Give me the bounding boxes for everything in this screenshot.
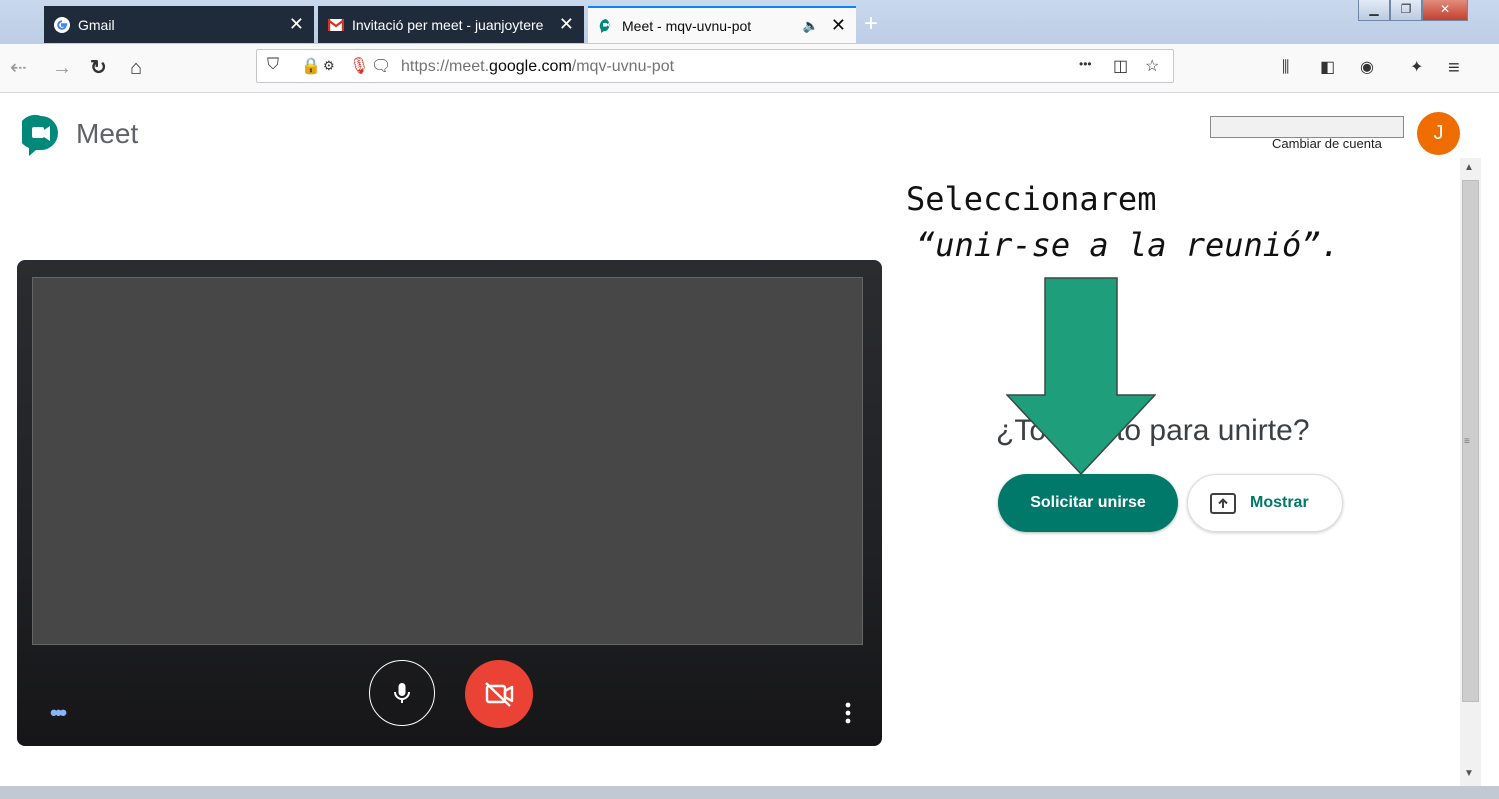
permissions-icon[interactable]: ⚙: [323, 58, 335, 74]
home-icon[interactable]: ⌂: [130, 56, 142, 80]
gmail-icon: [328, 18, 344, 31]
annotation-line-1: Seleccionarem: [906, 180, 1157, 218]
navigation-bar: ⇠ → ↻ ⌂ ⛉ 🔒 ⚙ 🎙 🗨 https://meet.google.co…: [0, 44, 1499, 93]
tracking-shield-icon[interactable]: ⛉: [267, 56, 279, 74]
menu-icon[interactable]: ≡: [1448, 56, 1460, 80]
library-icon[interactable]: ⫼: [1282, 56, 1289, 80]
switch-account-link[interactable]: Cambiar de cuenta: [1272, 136, 1382, 151]
microphone-toggle-button[interactable]: [369, 660, 435, 726]
avatar[interactable]: J: [1417, 112, 1460, 155]
camera-toggle-button[interactable]: [465, 660, 533, 728]
tab-strip: Gmail ✕ Invitació per meet - juanjoytere…: [0, 0, 1499, 44]
window-bottom-frame: [0, 786, 1499, 799]
camera-preview: [32, 277, 863, 645]
scrollbar-grip-icon: ≡: [1464, 436, 1470, 447]
microphone-permission-icon[interactable]: 🎙: [349, 56, 369, 76]
notification-icon[interactable]: 🗨: [371, 56, 391, 76]
annotation-line-2: “unir-se a la reunió”.: [916, 226, 1340, 264]
present-button[interactable]: Mostrar: [1187, 474, 1343, 532]
bookmark-star-icon[interactable]: ☆: [1145, 56, 1159, 76]
account-icon[interactable]: ◉: [1360, 56, 1374, 80]
tab-meet[interactable]: Meet - mqv-uvnu-pot 🔈 ✕: [588, 6, 856, 43]
account-email-redacted: [1210, 116, 1404, 138]
camera-off-icon: [485, 682, 514, 707]
close-tab-icon[interactable]: ✕: [831, 15, 846, 36]
speaker-icon[interactable]: 🔈: [803, 18, 819, 34]
page-actions-icon[interactable]: •••: [1079, 57, 1092, 71]
close-tab-icon[interactable]: ✕: [559, 14, 574, 35]
annotation-arrow-icon: [1006, 277, 1156, 475]
more-effects-icon[interactable]: •••: [50, 700, 67, 726]
restore-icon[interactable]: ❐: [1390, 0, 1422, 21]
close-tab-icon[interactable]: ✕: [289, 14, 304, 35]
window-controls: ▁ ❐ ✕: [1358, 0, 1468, 22]
google-icon: [54, 16, 70, 33]
ask-to-join-button[interactable]: Solicitar unirse: [998, 474, 1178, 532]
extensions-icon[interactable]: ✦: [1410, 56, 1423, 80]
pocket-icon[interactable]: ◫: [1113, 56, 1128, 76]
url-text[interactable]: https://meet.google.com/mqv-uvnu-pot: [401, 58, 674, 76]
tab-gmail[interactable]: Gmail ✕: [44, 6, 314, 43]
scroll-up-icon[interactable]: ▲: [1464, 162, 1474, 173]
new-tab-button[interactable]: +: [864, 10, 878, 38]
present-screen-icon: [1210, 493, 1236, 514]
lock-icon[interactable]: 🔒: [301, 56, 321, 76]
meet-favicon: [599, 18, 610, 33]
meet-logo-icon: [22, 114, 58, 156]
back-icon[interactable]: ⇠: [10, 56, 27, 80]
reload-icon[interactable]: ↻: [90, 56, 107, 80]
sidebar-icon[interactable]: ◧: [1320, 56, 1335, 80]
scroll-down-icon[interactable]: ▼: [1464, 768, 1474, 779]
meet-brand: Meet: [76, 118, 139, 149]
minimize-icon[interactable]: ▁: [1358, 0, 1390, 21]
microphone-icon: [394, 683, 410, 703]
more-options-icon[interactable]: [838, 698, 858, 728]
forward-icon[interactable]: →: [52, 56, 72, 80]
close-window-icon[interactable]: ✕: [1422, 0, 1468, 21]
address-bar[interactable]: ⛉ 🔒 ⚙ 🎙 🗨 https://meet.google.com/mqv-uv…: [256, 49, 1174, 83]
tab-invitation[interactable]: Invitació per meet - juanjoytere ✕: [318, 6, 584, 43]
